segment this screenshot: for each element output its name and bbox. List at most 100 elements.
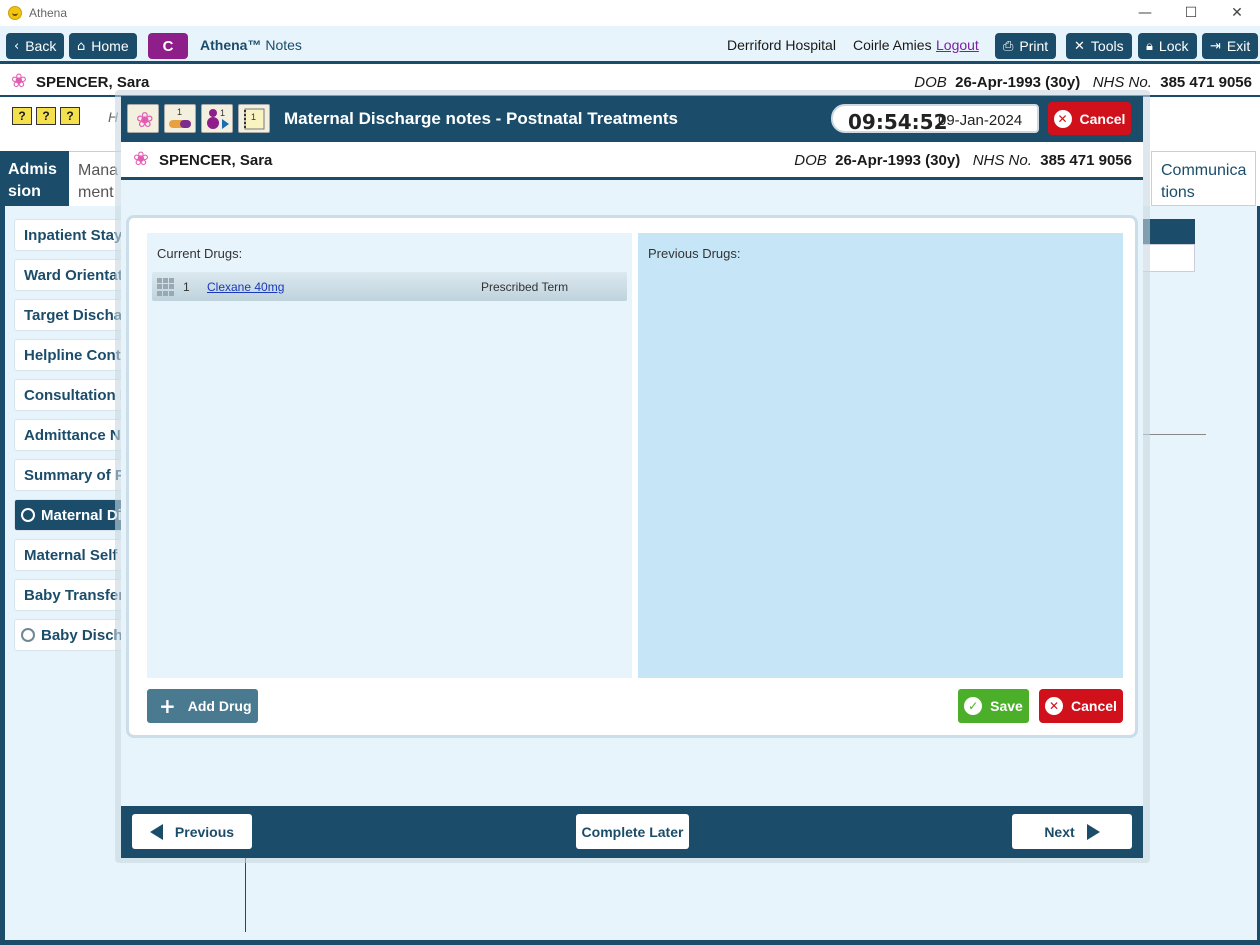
brand-name: Athena™ bbox=[200, 37, 262, 53]
top-navigation: ‹ Back ⌂ Home C Athena™ Notes Derriford … bbox=[0, 26, 1260, 64]
maternal-discharge-dialog: 1 1 1 Maternal Discharge notes - Postnat… bbox=[121, 96, 1143, 858]
patient-identifiers: DOB 26-Apr-1993 (30y) NHS No. 385 471 90… bbox=[914, 74, 1252, 91]
dob-label: DOB bbox=[914, 74, 947, 91]
help-icon[interactable]: ? bbox=[60, 107, 80, 125]
patient-identifiers: DOB 26-Apr-1993 (30y) NHS No. 385 471 90… bbox=[794, 152, 1132, 169]
sidebar-item-label: Maternal Di bbox=[41, 507, 122, 524]
svg-text:1: 1 bbox=[251, 112, 256, 122]
add-drug-label: Add Drug bbox=[187, 698, 252, 714]
arrow-left-icon bbox=[149, 823, 163, 840]
maternity-icon[interactable] bbox=[127, 104, 159, 133]
home-label: Home bbox=[91, 38, 129, 54]
sidebar-item-label: Baby Transfer bbox=[24, 587, 125, 604]
svg-text:1: 1 bbox=[177, 107, 182, 117]
home-button[interactable]: ⌂ Home bbox=[69, 33, 137, 59]
sidebar-item-label: Helpline Cont bbox=[24, 347, 121, 364]
plus-icon: + bbox=[159, 694, 176, 718]
cancel-label: Cancel bbox=[1079, 110, 1126, 127]
drug-type: Prescribed Term bbox=[481, 280, 569, 294]
drug-row[interactable]: 1 Clexane 40mg Prescribed Term bbox=[152, 272, 627, 301]
drag-handle-icon[interactable] bbox=[157, 278, 175, 296]
cancel-button[interactable]: ✕ Cancel bbox=[1039, 689, 1123, 723]
tab-admission[interactable]: Admis sion bbox=[0, 151, 69, 206]
complete-later-label: Complete Later bbox=[581, 823, 684, 840]
exit-icon: ⇥ bbox=[1210, 38, 1221, 54]
save-label: Save bbox=[990, 698, 1023, 714]
home-icon: ⌂ bbox=[77, 38, 86, 54]
tab-communications[interactable]: Communica tions bbox=[1151, 151, 1256, 206]
drug-name-link[interactable]: Clexane 40mg bbox=[207, 280, 284, 294]
sidebar-item-label: Target Dischar bbox=[24, 307, 128, 324]
current-drugs-label: Current Drugs: bbox=[157, 246, 243, 261]
drug-number: 1 bbox=[183, 280, 190, 294]
current-drugs-list: Current Drugs: 1 Clexane 40mg Prescribed… bbox=[147, 233, 632, 678]
help-icon[interactable]: ? bbox=[12, 107, 32, 125]
nhs-value: 385 471 9056 bbox=[1040, 152, 1132, 169]
dialog-footer: Previous Complete Later Next bbox=[121, 806, 1143, 858]
help-icon[interactable]: ? bbox=[36, 107, 56, 125]
brand-suffix: Notes bbox=[265, 37, 302, 53]
exit-button[interactable]: ⇥ Exit bbox=[1202, 33, 1259, 59]
hospital-name: Derriford Hospital bbox=[727, 37, 836, 53]
print-button[interactable]: ⎙ Print bbox=[995, 33, 1057, 59]
sidebar-item-label: Ward Orientat bbox=[24, 267, 123, 284]
medication-icon[interactable]: 1 bbox=[164, 104, 196, 133]
window-title: Athena bbox=[29, 6, 68, 20]
patient-name: SPENCER, Sara bbox=[36, 74, 150, 91]
tools-icon: ✕ bbox=[1074, 38, 1085, 54]
window-title-bar: Athena — ☐ ✕ bbox=[0, 0, 1260, 26]
flower-icon bbox=[134, 108, 154, 132]
tools-button[interactable]: ✕ Tools bbox=[1066, 33, 1132, 59]
dob-label: DOB bbox=[794, 152, 827, 169]
c-button[interactable]: C bbox=[148, 33, 188, 59]
dialog-title: Maternal Discharge notes - Postnatal Tre… bbox=[284, 109, 678, 128]
previous-drugs-label: Previous Drugs: bbox=[648, 246, 741, 261]
lock-button[interactable]: 🔒︎ Lock bbox=[1138, 33, 1197, 59]
back-button[interactable]: ‹ Back bbox=[6, 33, 65, 59]
add-drug-button[interactable]: + Add Drug bbox=[147, 689, 258, 723]
exit-label: Exit bbox=[1226, 38, 1251, 54]
clock-date: 09-Jan-2024 bbox=[938, 112, 1023, 129]
clock-time: 09:54:52 bbox=[848, 110, 948, 134]
minimize-icon[interactable]: — bbox=[1122, 0, 1168, 26]
baby-transfer-icon[interactable]: 1 bbox=[201, 104, 233, 133]
datetime-display: 09:54:52 09-Jan-2024 bbox=[831, 104, 1039, 134]
sidebar-item-label: Summary of P bbox=[24, 467, 125, 484]
save-button[interactable]: ✓ Save bbox=[958, 689, 1029, 723]
nhs-label: NHS No. bbox=[972, 152, 1032, 169]
lock-label: Lock bbox=[1158, 38, 1189, 54]
previous-button[interactable]: Previous bbox=[132, 814, 252, 849]
nhs-value: 385 471 9056 bbox=[1160, 74, 1252, 91]
next-label: Next bbox=[1044, 823, 1075, 840]
checkmark-icon: ✓ bbox=[964, 697, 983, 715]
maximize-icon[interactable]: ☐ bbox=[1168, 0, 1214, 26]
sidebar-item-label: Consultation I bbox=[24, 387, 124, 404]
user-name: Coirle Amies bbox=[853, 37, 932, 53]
previous-label: Previous bbox=[174, 823, 235, 840]
window-controls: — ☐ ✕ bbox=[1122, 0, 1260, 26]
svg-text:1: 1 bbox=[220, 108, 225, 118]
close-window-icon[interactable]: ✕ bbox=[1214, 0, 1260, 26]
flower-icon bbox=[133, 148, 151, 170]
sidebar-item-label: Inpatient Stay bbox=[24, 227, 123, 244]
athena-app-icon bbox=[8, 6, 22, 20]
app-brand: Athena™ Notes bbox=[200, 37, 302, 53]
nhs-label: NHS No. bbox=[1092, 74, 1152, 91]
printer-icon: ⎙ bbox=[1003, 38, 1014, 54]
dob-value: 26-Apr-1993 (30y) bbox=[955, 74, 1081, 91]
logout-link[interactable]: Logout bbox=[936, 37, 979, 53]
header-cancel-button[interactable]: ✕ Cancel bbox=[1048, 102, 1131, 135]
notes-icon[interactable]: 1 bbox=[238, 104, 270, 133]
patient-name: SPENCER, Sara bbox=[159, 152, 273, 169]
print-label: Print bbox=[1019, 38, 1049, 54]
complete-later-button[interactable]: Complete Later bbox=[576, 814, 689, 849]
flower-icon bbox=[11, 70, 29, 92]
next-button[interactable]: Next bbox=[1012, 814, 1132, 849]
arrow-right-icon bbox=[1086, 823, 1100, 840]
dob-value: 26-Apr-1993 (30y) bbox=[835, 152, 961, 169]
dialog-patient-banner: SPENCER, Sara DOB 26-Apr-1993 (30y) NHS … bbox=[121, 142, 1143, 180]
drugs-panel: Current Drugs: 1 Clexane 40mg Prescribed… bbox=[126, 215, 1138, 738]
sidebar-item-label: Admittance N bbox=[24, 427, 121, 444]
cancel-icon: ✕ bbox=[1045, 697, 1064, 715]
radio-icon bbox=[21, 508, 35, 522]
